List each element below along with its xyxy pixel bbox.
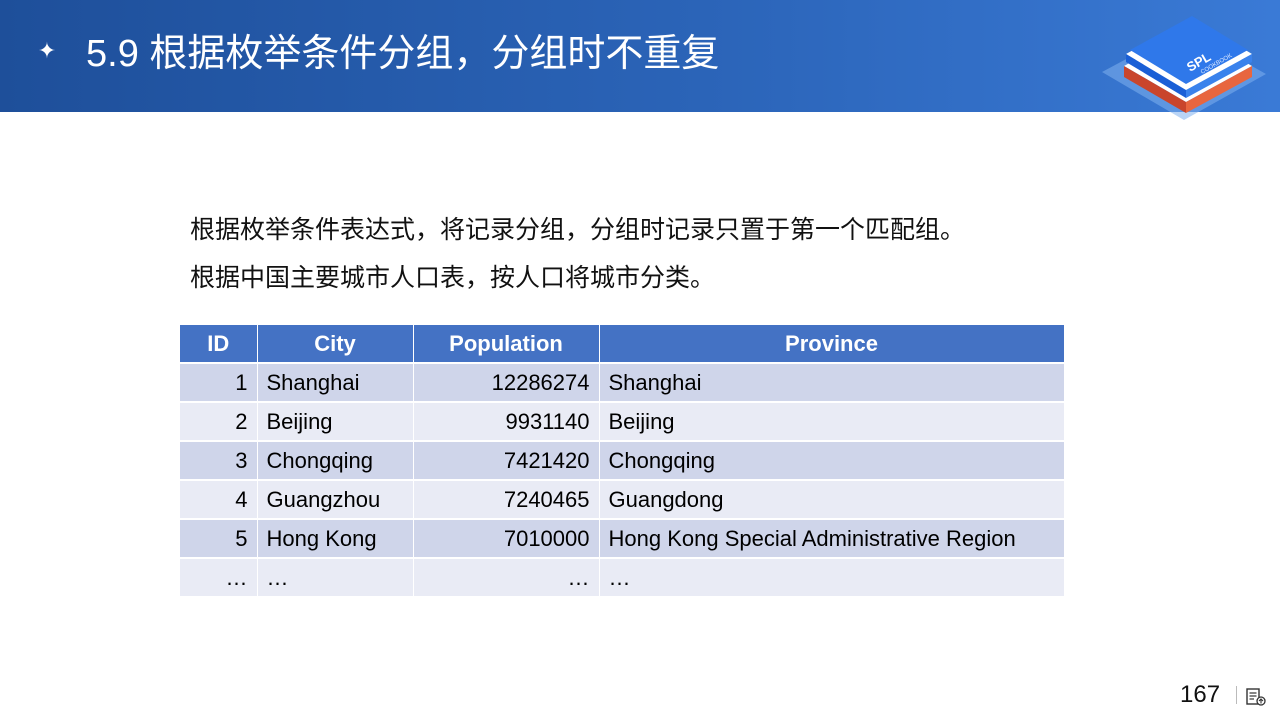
- cell-city: Beijing: [257, 402, 414, 442]
- table-row: … … … …: [180, 558, 1065, 598]
- cell-province: Shanghai: [599, 363, 1065, 403]
- slide-header: ✦ 5.9 根据枚举条件分组，分组时不重复 SPL COOKBOOK: [0, 0, 1280, 120]
- cell-id: …: [180, 558, 258, 598]
- table-row: 4 Guangzhou 7240465 Guangdong: [180, 480, 1065, 520]
- table-row: 2 Beijing 9931140 Beijing: [180, 402, 1065, 442]
- cell-id: 3: [180, 441, 258, 481]
- cell-id: 4: [180, 480, 258, 520]
- star-bullet-icon: ✦: [37, 38, 57, 63]
- page-number: 167: [1180, 681, 1221, 708]
- footer-divider: [1236, 686, 1237, 704]
- cell-population: 12286274: [413, 363, 600, 403]
- header-id: ID: [180, 325, 258, 364]
- cell-population: 7421420: [413, 441, 600, 481]
- cell-city: Hong Kong: [257, 519, 414, 559]
- description-line-2: 根据中国主要城市人口表，按人口将城市分类。: [190, 264, 716, 292]
- table-row: 1 Shanghai 12286274 Shanghai: [180, 363, 1065, 403]
- cell-province: …: [599, 558, 1065, 598]
- cell-city: Guangzhou: [257, 480, 414, 520]
- cell-city: Shanghai: [257, 363, 414, 403]
- cell-city: …: [257, 558, 414, 598]
- slide-notes-icon[interactable]: [1246, 688, 1266, 706]
- header-province: Province: [599, 325, 1065, 364]
- cell-id: 1: [180, 363, 258, 403]
- cell-province: Guangdong: [599, 480, 1065, 520]
- header-population: Population: [413, 325, 600, 364]
- cell-population: …: [413, 558, 600, 598]
- cell-id: 5: [180, 519, 258, 559]
- spl-cookbook-logo: SPL COOKBOOK: [1102, 16, 1266, 120]
- cell-population: 7010000: [413, 519, 600, 559]
- cell-id: 2: [180, 402, 258, 442]
- header-city: City: [257, 325, 414, 364]
- cell-province: Chongqing: [599, 441, 1065, 481]
- slide-title: 5.9 根据枚举条件分组，分组时不重复: [86, 33, 720, 75]
- cell-population: 9931140: [413, 402, 600, 442]
- table-row: 3 Chongqing 7421420 Chongqing: [180, 441, 1065, 481]
- city-population-table: ID City Population Province 1 Shanghai 1…: [180, 325, 1065, 598]
- cell-population: 7240465: [413, 480, 600, 520]
- table-row: 5 Hong Kong 7010000 Hong Kong Special Ad…: [180, 519, 1065, 559]
- cell-city: Chongqing: [257, 441, 414, 481]
- description-line-1: 根据枚举条件表达式，将记录分组，分组时记录只置于第一个匹配组。: [190, 216, 966, 244]
- cell-province: Hong Kong Special Administrative Region: [599, 519, 1065, 559]
- cell-province: Beijing: [599, 402, 1065, 442]
- table-header-row: ID City Population Province: [180, 325, 1065, 364]
